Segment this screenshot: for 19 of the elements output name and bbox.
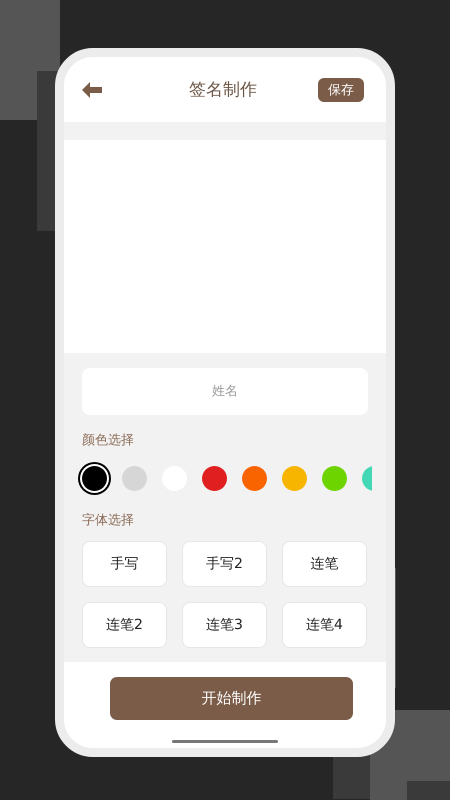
font-option[interactable]: 连笔2 (82, 602, 167, 648)
name-field[interactable]: 姓名 (82, 368, 368, 415)
color-swatch[interactable] (282, 466, 307, 491)
font-option[interactable]: 连笔4 (282, 602, 367, 648)
color-swatch[interactable] (122, 466, 147, 491)
save-button[interactable]: 保存 (318, 78, 364, 102)
color-swatch[interactable] (82, 466, 107, 491)
page-title: 签名制作 (189, 79, 257, 101)
color-swatch[interactable] (242, 466, 267, 491)
color-swatch[interactable] (322, 466, 347, 491)
font-option[interactable]: 手写2 (182, 541, 267, 587)
font-option[interactable]: 手写 (82, 541, 167, 587)
color-swatch[interactable] (202, 466, 227, 491)
back-arrow-icon[interactable] (82, 82, 102, 98)
start-button[interactable]: 开始制作 (110, 677, 353, 720)
font-option[interactable]: 连笔 (282, 541, 367, 587)
section-label: 字体选择 (82, 512, 135, 530)
section-label: 颜色选择 (82, 432, 135, 450)
font-option[interactable]: 连笔3 (182, 602, 267, 648)
